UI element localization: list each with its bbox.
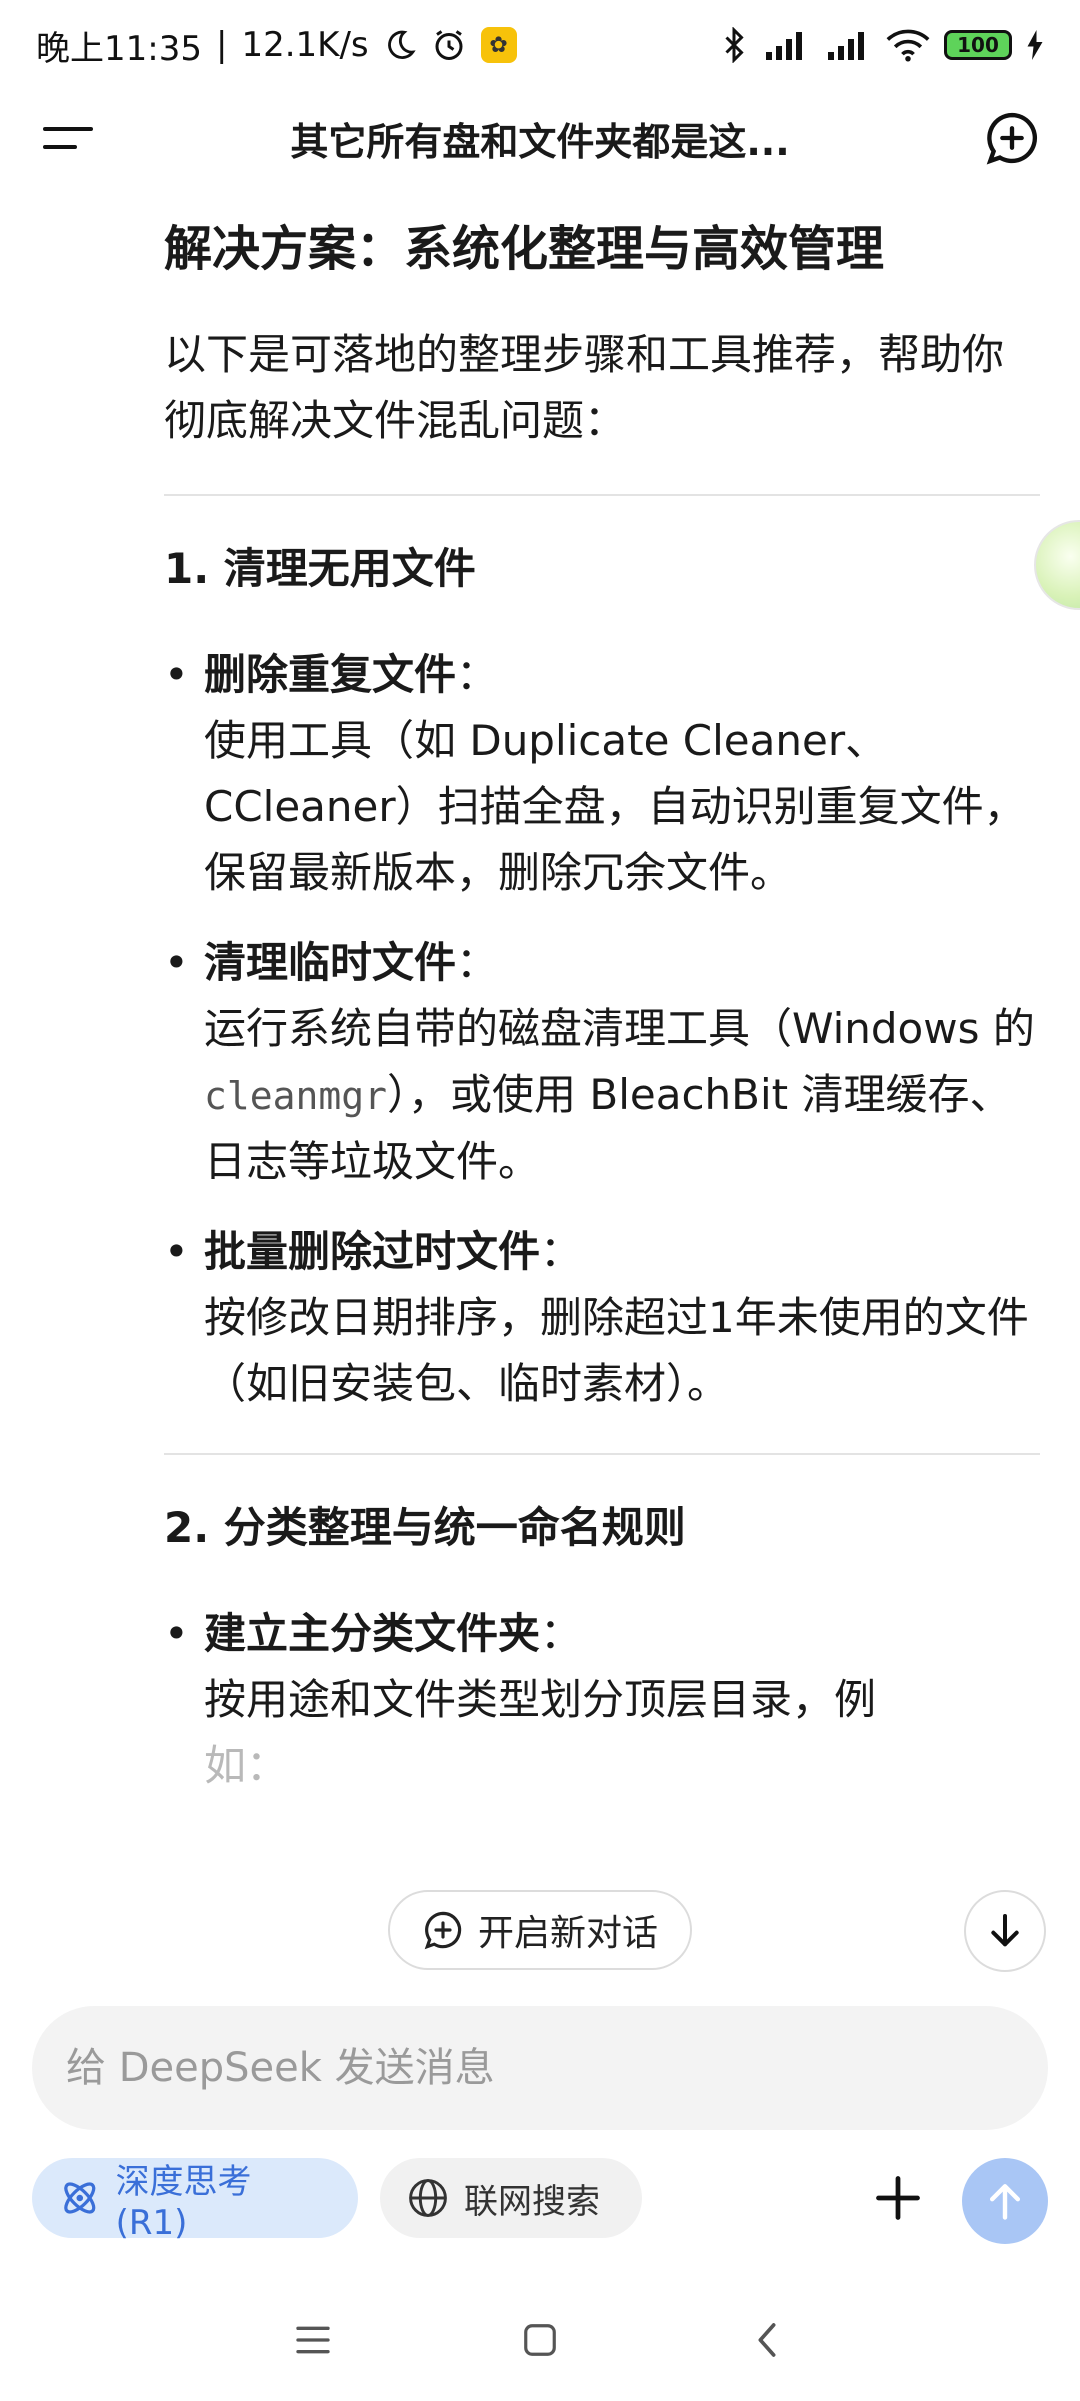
menu-icon — [43, 127, 93, 149]
list-item-colon: ： — [540, 1227, 583, 1276]
status-right: 100 — [720, 27, 1044, 63]
attach-button[interactable] — [858, 2158, 938, 2238]
new-chat-button[interactable] — [980, 106, 1044, 170]
list-item-text: 使用工具（如 Duplicate Cleaner、CCleaner）扫描全盘，自… — [204, 716, 1026, 897]
menu-lines-icon — [296, 2326, 330, 2354]
app-notification-icon: ✿ — [480, 27, 517, 63]
list-item-body: 批量删除过时文件： 按修改日期排序，删除超过1年未使用的文件（如旧安装包、临时素… — [204, 1219, 1040, 1417]
list-item-text-faded: 如： — [204, 1741, 289, 1790]
list-item-title: 删除重复文件 — [204, 650, 457, 699]
list-item: • 批量删除过时文件： 按修改日期排序，删除超过1年未使用的文件（如旧安装包、临… — [164, 1219, 1040, 1417]
section-1-title: 1. 清理无用文件 — [164, 544, 476, 593]
plus-icon — [876, 2176, 920, 2220]
atom-icon — [64, 2182, 96, 2214]
composer-controls: 深度思考 (R1) 联网搜索 — [32, 2158, 1048, 2244]
alarm-clock-icon — [431, 27, 467, 63]
list-item-colon: ： — [540, 1609, 583, 1658]
battery-indicator: 100 — [944, 30, 1012, 60]
floating-assistant-bubble[interactable] — [1034, 520, 1080, 610]
list-item-text: 按用途和文件类型划分顶层目录，例 — [204, 1675, 877, 1724]
bullet-dot: • — [164, 1609, 189, 1658]
globe-icon — [409, 2179, 447, 2217]
signal-1-icon — [762, 28, 810, 62]
list-item-body: 清理临时文件： 运行系统自带的磁盘清理工具（Windows 的 cleanmgr… — [204, 930, 1040, 1195]
system-navigation-bar — [0, 2290, 1080, 2390]
section-2-title: 2. 分类整理与统一命名规则 — [164, 1503, 686, 1552]
web-search-toggle[interactable]: 联网搜索 — [380, 2158, 642, 2238]
charging-icon — [1026, 30, 1044, 60]
bluetooth-icon — [720, 27, 748, 63]
list-item: • 删除重复文件： 使用工具（如 Duplicate Cleaner、CClea… — [164, 642, 1040, 906]
list-item-title: 批量删除过时文件 — [204, 1227, 541, 1276]
list-item-text: 按修改日期排序，删除超过1年未使用的文件（如旧安装包、临时素材）。 — [204, 1293, 1029, 1408]
bullet-dot: • — [164, 1227, 189, 1276]
new-chat-icon — [986, 112, 1038, 165]
message-input[interactable] — [66, 2045, 1014, 2091]
chat-header: 其它所有盘和文件夹都是这... — [0, 90, 1080, 186]
divider — [164, 1453, 1040, 1455]
chevron-left-icon — [758, 2323, 776, 2357]
list-item-title: 建立主分类文件夹 — [204, 1609, 541, 1658]
deep-think-label: 深度思考 (R1) — [115, 2161, 252, 2243]
status-bar: 晚上11:35 | 12.1K/s ✿ 100 — [0, 0, 1080, 90]
wifi-icon — [886, 28, 930, 62]
status-network-speed: 12.1K/s — [241, 25, 369, 65]
web-search-label: 联网搜索 — [464, 2181, 600, 2222]
list-item-body: 删除重复文件： 使用工具（如 Duplicate Cleaner、CCleane… — [204, 642, 1040, 906]
list-item-text: 运行系统自带的磁盘清理工具（Windows 的 cleanmgr），或使用 Bl… — [204, 996, 1040, 1195]
deepseek-chat-screen: 晚上11:35 | 12.1K/s ✿ 100 其它所有盘和文件夹都是这... … — [0, 0, 1080, 2401]
signal-2-icon — [824, 28, 872, 62]
arrow-down-icon — [991, 1914, 1019, 1947]
status-left: 晚上11:35 | 12.1K/s ✿ — [36, 21, 517, 70]
square-icon — [524, 2324, 556, 2356]
bullet-dot: • — [164, 938, 189, 987]
message-input-container — [32, 2006, 1048, 2130]
status-time: 晚上11:35 — [36, 28, 202, 69]
list-item-colon: ： — [456, 938, 499, 987]
inline-code: cleanmgr — [204, 1074, 388, 1118]
intro-paragraph: 以下是可落地的整理步骤和工具推荐，帮助你彻底解决文件混乱问题： — [164, 330, 1005, 445]
send-button[interactable] — [962, 2158, 1048, 2244]
home-button[interactable] — [505, 2305, 575, 2375]
status-separator: | — [215, 25, 228, 65]
menu-button[interactable] — [36, 106, 100, 170]
list-item-body: 建立主分类文件夹： 按用途和文件类型划分顶层目录，例 如： — [204, 1601, 1040, 1799]
list-item: • 建立主分类文件夹： 按用途和文件类型划分顶层目录，例 如： — [164, 1601, 1040, 1799]
start-new-dialog-button[interactable]: 开启新对话 — [388, 1890, 692, 1970]
solution-heading: 解决方案：系统化整理与高效管理 — [164, 221, 885, 277]
bullet-dot: • — [164, 650, 189, 699]
deep-think-toggle[interactable]: 深度思考 (R1) — [32, 2158, 358, 2243]
start-new-dialog-label: 开启新对话 — [477, 1913, 658, 1954]
list-item-text-a: 运行系统自带的磁盘清理工具（Windows 的 — [204, 1004, 1035, 1053]
chat-title: 其它所有盘和文件夹都是这... — [290, 119, 790, 164]
new-chat-icon — [424, 1911, 462, 1950]
moon-icon — [383, 28, 417, 62]
message-content: 解决方案：系统化整理与高效管理 以下是可落地的整理步骤和工具推荐，帮助你彻底解决… — [164, 200, 1040, 1970]
list-item: • 清理临时文件： 运行系统自带的磁盘清理工具（Windows 的 cleanm… — [164, 930, 1040, 1195]
scroll-to-bottom-button[interactable] — [964, 1890, 1046, 1972]
recent-apps-button[interactable] — [278, 2305, 348, 2375]
divider — [164, 494, 1040, 496]
back-button[interactable] — [732, 2305, 802, 2375]
list-item-title: 清理临时文件 — [204, 938, 457, 987]
arrow-up-icon — [989, 2184, 1021, 2220]
list-item-colon: ： — [456, 650, 499, 699]
